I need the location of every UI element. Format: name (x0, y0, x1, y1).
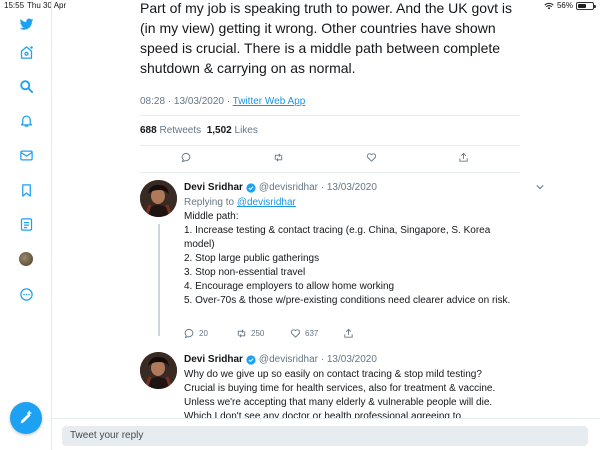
retweet-count[interactable]: 688 (140, 125, 157, 136)
reply-icon (184, 328, 194, 339)
twitter-bird-icon[interactable] (14, 12, 38, 36)
reply-line: 1. Increase testing & contact tracing (e… (184, 225, 491, 250)
bookmarks-icon[interactable] (14, 178, 38, 202)
home-icon[interactable] (14, 40, 38, 64)
heart-icon (366, 153, 377, 162)
reply-count: 20 (199, 329, 208, 338)
replying-to: Replying to @devisridhar (184, 196, 514, 210)
main-tweet-meta: 08:28 · 13/03/2020 · Twitter Web App (140, 96, 305, 107)
divider (140, 115, 520, 116)
share-button[interactable] (458, 152, 469, 163)
reply-button[interactable]: 20 (184, 328, 208, 339)
tweet-source-link[interactable]: Twitter Web App (233, 96, 306, 107)
tweet-timestamp: 08:28 · 13/03/2020 · (140, 96, 233, 107)
reply-composer: Tweet your reply (52, 418, 600, 450)
reply-line: 5. Over-70s & those w/pre-existing condi… (184, 295, 511, 306)
author-name[interactable]: Devi Sridhar (184, 354, 243, 365)
reply-button[interactable] (181, 152, 192, 163)
lists-icon[interactable] (14, 212, 38, 236)
replying-to-label: Replying to (184, 197, 237, 208)
reply-body: Why do we give up so easily on contact t… (184, 369, 496, 422)
compose-tweet-icon (20, 410, 32, 424)
share-icon (344, 328, 353, 338)
avatar[interactable] (140, 352, 177, 389)
like-count[interactable]: 1,502 (207, 125, 232, 136)
profile-avatar-icon[interactable] (14, 247, 38, 271)
tweet-stats: 688 Retweets 1,502 Likes (140, 125, 258, 136)
divider (140, 172, 520, 173)
retweets-label: Retweets (156, 125, 207, 136)
like-button[interactable] (366, 152, 377, 163)
avatar (19, 252, 33, 266)
reply-line: Middle path: (184, 211, 239, 222)
reply-tweet[interactable]: Devi Sridhar @devisridhar · 13/03/2020 W… (138, 352, 538, 422)
retweet-count: 250 (251, 329, 265, 338)
share-button[interactable] (343, 328, 354, 339)
more-icon[interactable] (14, 282, 38, 306)
retweet-icon (237, 329, 246, 338)
reply-icon (181, 152, 191, 163)
main-tweet-text: Part of my job is speaking truth to powe… (140, 0, 512, 76)
share-icon (459, 152, 468, 162)
messages-icon[interactable] (14, 143, 38, 167)
reply-actions: 20 250 637 (184, 328, 514, 340)
sidebar-nav (0, 0, 52, 450)
heart-icon (290, 329, 301, 338)
retweet-button[interactable]: 250 (236, 328, 264, 339)
reply-body: Replying to @devisridhar Middle path: 1.… (184, 196, 514, 308)
replying-to-link[interactable]: @devisridhar (237, 197, 296, 208)
verified-badge-icon (246, 182, 256, 193)
thread-connector (158, 224, 160, 336)
main-tweet-actions (140, 152, 520, 168)
reply-tweet[interactable]: Devi Sridhar @devisridhar · 13/03/2020 R… (138, 180, 544, 340)
avatar[interactable] (140, 180, 177, 217)
search-icon[interactable] (14, 74, 38, 98)
author-handle: @devisridhar · 13/03/2020 (258, 182, 377, 193)
retweet-icon (274, 153, 283, 162)
reply-line: 4. Encourage employers to allow home wor… (184, 281, 395, 292)
author-name[interactable]: Devi Sridhar (184, 182, 243, 193)
tweet-thread: Part of my job is speaking truth to powe… (52, 0, 600, 450)
author-handle: @devisridhar · 13/03/2020 (258, 354, 377, 365)
notifications-icon[interactable] (14, 108, 38, 132)
reply-line: 3. Stop non-essential travel (184, 267, 306, 278)
like-button[interactable]: 637 (290, 328, 318, 339)
reply-line: 2. Stop large public gatherings (184, 253, 320, 264)
divider (140, 145, 520, 146)
reply-header: Devi Sridhar @devisridhar · 13/03/2020 (184, 182, 377, 193)
reply-input[interactable]: Tweet your reply (62, 426, 588, 446)
compose-tweet-button[interactable] (10, 402, 42, 434)
chevron-down-icon[interactable] (536, 183, 544, 191)
retweet-button[interactable] (273, 152, 284, 163)
reply-header: Devi Sridhar @devisridhar · 13/03/2020 (184, 354, 377, 365)
verified-badge-icon (246, 354, 256, 365)
like-count: 637 (305, 329, 319, 338)
likes-label: Likes (231, 125, 258, 136)
